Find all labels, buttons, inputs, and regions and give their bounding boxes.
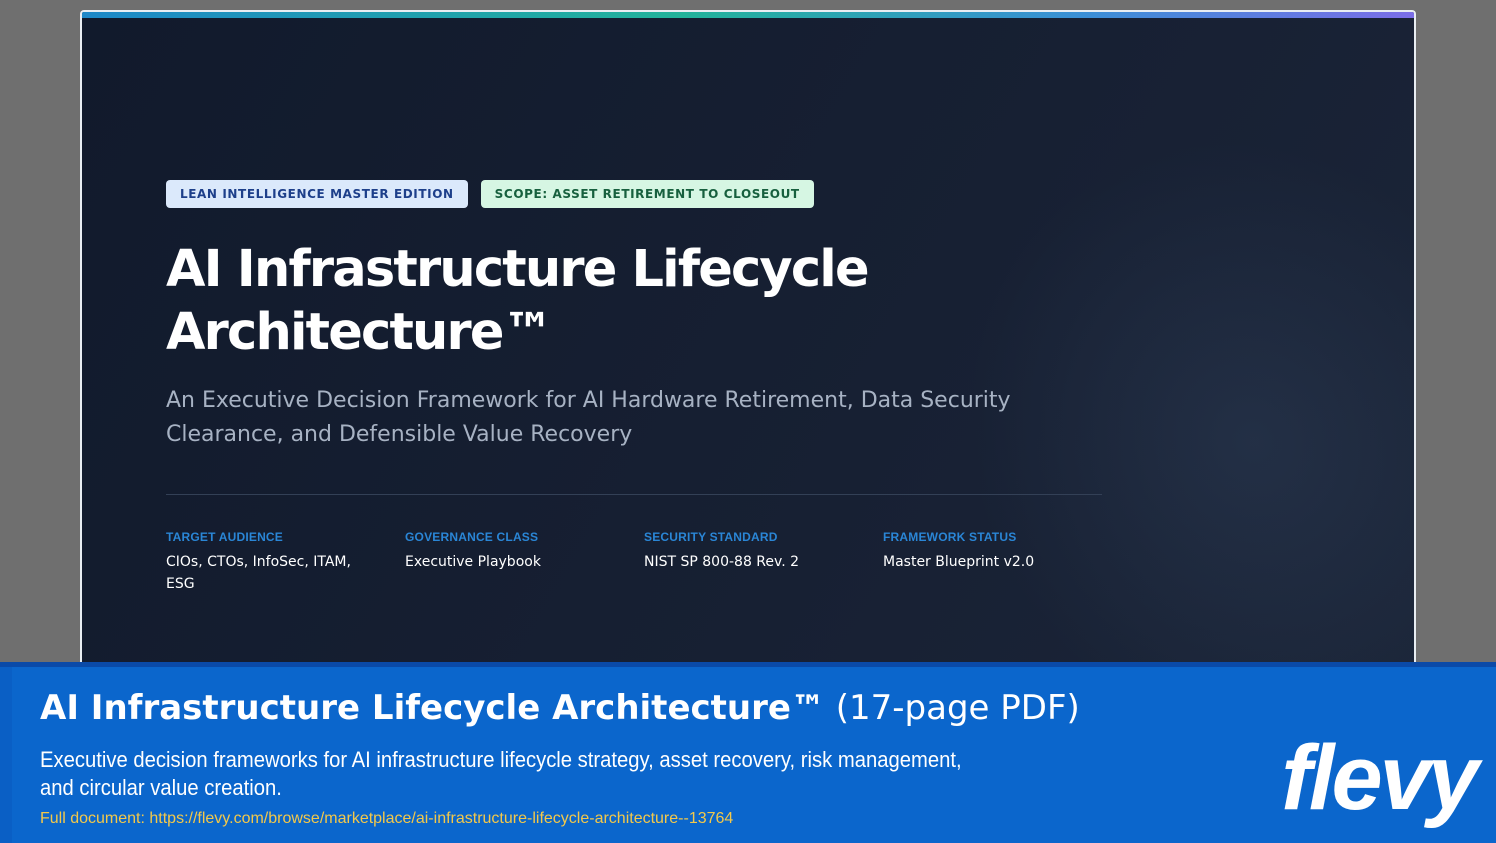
full-document-link[interactable]: Full document: https://flevy.com/browse/… xyxy=(40,810,733,828)
divider xyxy=(166,494,1102,495)
document-cover-slide: LEAN INTELLIGENCE MASTER EDITION SCOPE: … xyxy=(80,10,1416,670)
banner-title-main: AI Infrastructure Lifecycle Architecture… xyxy=(40,688,825,728)
meta-value: Master Blueprint v2.0 xyxy=(883,554,1035,570)
document-subtitle: An Executive Decision Framework for AI H… xyxy=(166,388,1011,447)
meta-value: CIOs, CTOs, InfoSec, ITAM, ESG xyxy=(166,554,351,592)
meta-value: NIST SP 800-88 Rev. 2 xyxy=(644,554,800,570)
banner-title-suffix: (17-page PDF) xyxy=(824,688,1080,728)
edition-tag: LEAN INTELLIGENCE MASTER EDITION xyxy=(166,180,468,208)
tag-row: LEAN INTELLIGENCE MASTER EDITION SCOPE: … xyxy=(166,180,814,208)
document-title-line-1: AI Infrastructure Lifecycle xyxy=(166,240,870,299)
meta-label: TARGET AUDIENCE xyxy=(166,530,283,544)
document-title-line-2: Architecture™ xyxy=(166,303,554,362)
flevy-logo: flevy xyxy=(1281,727,1479,829)
meta-label: GOVERNANCE CLASS xyxy=(405,530,539,544)
scope-tag: SCOPE: ASSET RETIREMENT TO CLOSEOUT xyxy=(480,180,814,208)
meta-label: SECURITY STANDARD xyxy=(644,530,778,544)
document-title: AI Infrastructure Lifecycle Architecture… xyxy=(166,238,1066,364)
meta-target-audience: TARGET AUDIENCE CIOs, CTOs, InfoSec, ITA… xyxy=(166,530,405,595)
meta-framework-status: FRAMEWORK STATUS Master Blueprint v2.0 xyxy=(883,530,1122,595)
meta-label: FRAMEWORK STATUS xyxy=(883,530,1017,544)
metadata-row: TARGET AUDIENCE CIOs, CTOs, InfoSec, ITA… xyxy=(166,530,1122,595)
meta-security-standard: SECURITY STANDARD NIST SP 800-88 Rev. 2 xyxy=(644,530,883,595)
meta-value: Executive Playbook xyxy=(405,554,541,570)
meta-governance-class: GOVERNANCE CLASS Executive Playbook xyxy=(405,530,644,595)
accent-gradient-bar xyxy=(82,12,1414,18)
banner-title: AI Infrastructure Lifecycle Architecture… xyxy=(40,688,1080,728)
banner-description: Executive decision frameworks for AI inf… xyxy=(40,747,962,800)
